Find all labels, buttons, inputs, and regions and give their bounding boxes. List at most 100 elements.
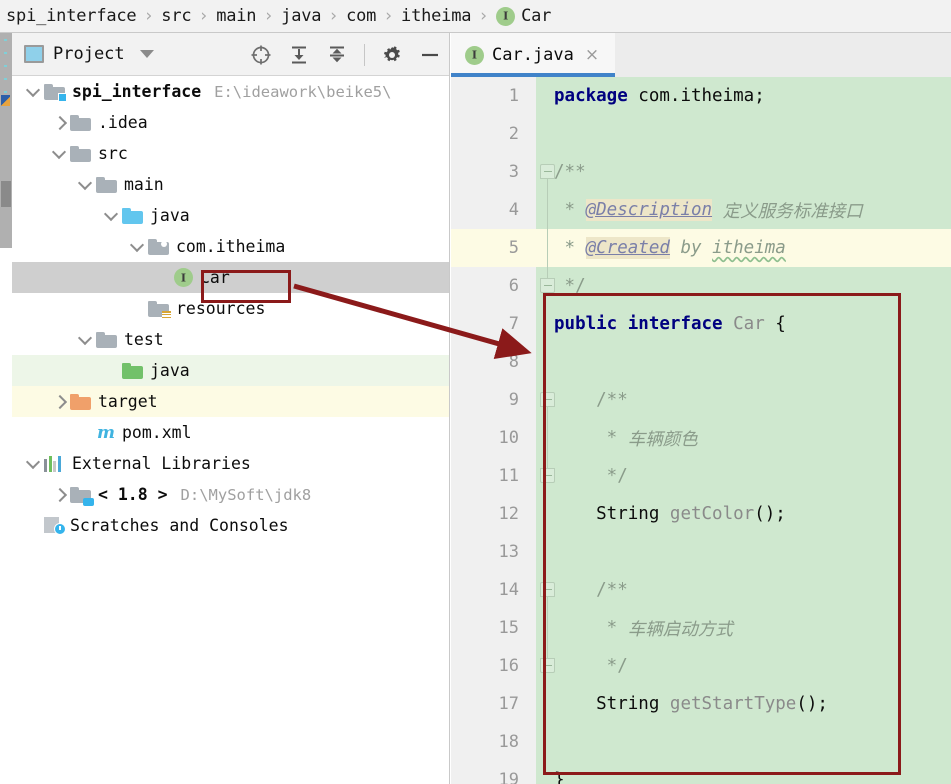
code-line-16[interactable]: 16 */: [451, 647, 951, 685]
close-icon[interactable]: ×: [585, 45, 599, 65]
code-line-8[interactable]: 8: [451, 343, 951, 381]
code-line-13[interactable]: 13: [451, 533, 951, 571]
fold-region-line: [547, 609, 548, 647]
fold-region-line: [547, 178, 548, 191]
expand-all-icon[interactable]: [288, 44, 310, 66]
tree-node-external-libraries[interactable]: External Libraries: [12, 448, 449, 479]
chevron-right-icon[interactable]: [52, 486, 70, 504]
tree-node-src[interactable]: src: [12, 138, 449, 169]
chevron-right-icon[interactable]: [52, 114, 70, 132]
fold-region-line: [547, 406, 548, 419]
tree-node-path: E:\ideawork\beike5\: [214, 83, 391, 101]
breadcrumb-item-spi-interface[interactable]: spi_interface: [4, 6, 138, 26]
code-line-3[interactable]: 3/**: [451, 153, 951, 191]
tree-node-spi-interface[interactable]: spi_interfaceE:\ideawork\beike5\: [12, 76, 449, 107]
code-editor[interactable]: 1package com.itheima;23/**4 * @Descripti…: [451, 77, 951, 784]
code-line-15[interactable]: 15 * 车辆启动方式: [451, 609, 951, 647]
code-line-9[interactable]: 9 /**: [451, 381, 951, 419]
fold-end-icon[interactable]: [540, 278, 555, 293]
breadcrumb-item-main[interactable]: main: [214, 6, 258, 26]
breadcrumb-item-label: spi_interface: [6, 6, 136, 26]
breadcrumb-item-java[interactable]: java: [279, 6, 323, 26]
code-line-4[interactable]: 4 * @Description 定义服务标准接口: [451, 191, 951, 229]
code-line-6[interactable]: 6 */: [451, 267, 951, 305]
code-token: 定义服务标准接口: [723, 198, 863, 223]
breadcrumb-item-src[interactable]: src: [159, 6, 193, 26]
code-line-12[interactable]: 12 String getColor();: [451, 495, 951, 533]
code-line-14[interactable]: 14 /**: [451, 571, 951, 609]
sources-folder-icon: [122, 207, 143, 224]
chevron-down-icon[interactable]: [26, 83, 44, 101]
editor-tab-car-java[interactable]: Car.java ×: [451, 33, 615, 77]
chevron-down-icon[interactable]: [78, 176, 96, 194]
editor-area: Car.java × 1package com.itheima;23/**4 *…: [451, 33, 951, 784]
chevron-down-icon[interactable]: [52, 145, 70, 163]
code-line-18[interactable]: 18: [451, 723, 951, 761]
test-sources-folder-icon: [122, 362, 143, 379]
code-token: ();: [754, 504, 786, 524]
tree-node-pom-xml[interactable]: mpom.xml: [12, 417, 449, 448]
folder-icon: [70, 145, 91, 162]
project-panel-title-group[interactable]: Project: [12, 44, 154, 64]
fold-region-line: [547, 419, 548, 457]
tree-node--1-8-[interactable]: < 1.8 >D:\MySoft\jdk8: [12, 479, 449, 510]
tree-node-test[interactable]: test: [12, 324, 449, 355]
tree-node--idea[interactable]: .idea: [12, 107, 449, 138]
code-line-19[interactable]: 19}: [451, 761, 951, 784]
code-line-text: * 车辆启动方式: [554, 609, 733, 647]
breadcrumb-item-com[interactable]: com: [344, 6, 378, 26]
fold-start-icon[interactable]: [540, 582, 555, 597]
fold-start-icon[interactable]: [540, 392, 555, 407]
code-line-text: String getColor();: [554, 495, 786, 533]
breadcrumb-item-label: src: [161, 6, 191, 26]
project-panel-header: Project: [12, 33, 449, 76]
tree-node-car[interactable]: Car: [12, 262, 449, 293]
fold-end-icon[interactable]: [540, 468, 555, 483]
code-token: }: [554, 770, 565, 784]
project-tree[interactable]: spi_interfaceE:\ideawork\beike5\.ideasrc…: [12, 76, 449, 541]
tree-node-scratches-and-consoles[interactable]: Scratches and Consoles: [12, 510, 449, 541]
tree-node-java[interactable]: java: [12, 355, 449, 386]
fold-end-icon[interactable]: [540, 658, 555, 673]
chevron-down-icon[interactable]: [104, 207, 122, 225]
interface-icon: [174, 268, 193, 287]
settings-gear-icon[interactable]: [381, 44, 403, 66]
code-line-11[interactable]: 11 */: [451, 457, 951, 495]
chevron-down-icon[interactable]: [130, 238, 148, 256]
chevron-right-icon[interactable]: [52, 393, 70, 411]
tree-node-main[interactable]: main: [12, 169, 449, 200]
code-line-10[interactable]: 10 * 车辆颜色: [451, 419, 951, 457]
line-number: 11: [451, 457, 519, 495]
select-opened-file-icon[interactable]: [250, 44, 272, 66]
tree-node-label: External Libraries: [72, 454, 251, 473]
code-token: *: [554, 200, 586, 220]
code-line-1[interactable]: 1package com.itheima;: [451, 77, 951, 115]
scrollbar-thumb[interactable]: [1, 181, 11, 207]
chevron-down-icon[interactable]: [140, 50, 154, 58]
breadcrumb-item-car[interactable]: Car: [494, 6, 553, 26]
breadcrumb-item-label: java: [281, 6, 321, 26]
tree-node-resources[interactable]: resources: [12, 293, 449, 324]
code-token: */: [554, 276, 586, 296]
fold-start-icon[interactable]: [540, 164, 555, 179]
code-line-17[interactable]: 17 String getStartType();: [451, 685, 951, 723]
tool-window-stripe[interactable]: [0, 33, 12, 248]
line-number: 5: [451, 229, 519, 267]
toolbar-separator: [364, 44, 365, 66]
tree-node-target[interactable]: target: [12, 386, 449, 417]
hide-icon[interactable]: [419, 44, 441, 66]
code-token: String: [554, 694, 670, 714]
tree-node-java[interactable]: java: [12, 200, 449, 231]
chevron-down-icon[interactable]: [26, 455, 44, 473]
chevron-down-icon[interactable]: [78, 331, 96, 349]
code-token: interface: [628, 314, 723, 334]
code-line-5[interactable]: 5 * @Created by itheima: [451, 229, 951, 267]
breadcrumb[interactable]: spi_interface›src›main›java›com›itheima›…: [0, 0, 951, 33]
tree-node-label: Car: [200, 268, 230, 287]
tree-node-com-itheima[interactable]: com.itheima: [12, 231, 449, 262]
code-line-2[interactable]: 2: [451, 115, 951, 153]
breadcrumb-item-itheima[interactable]: itheima: [399, 6, 473, 26]
collapse-all-icon[interactable]: [326, 44, 348, 66]
code-line-text: * @Description 定义服务标准接口: [554, 191, 863, 229]
code-line-7[interactable]: 7public interface Car {: [451, 305, 951, 343]
